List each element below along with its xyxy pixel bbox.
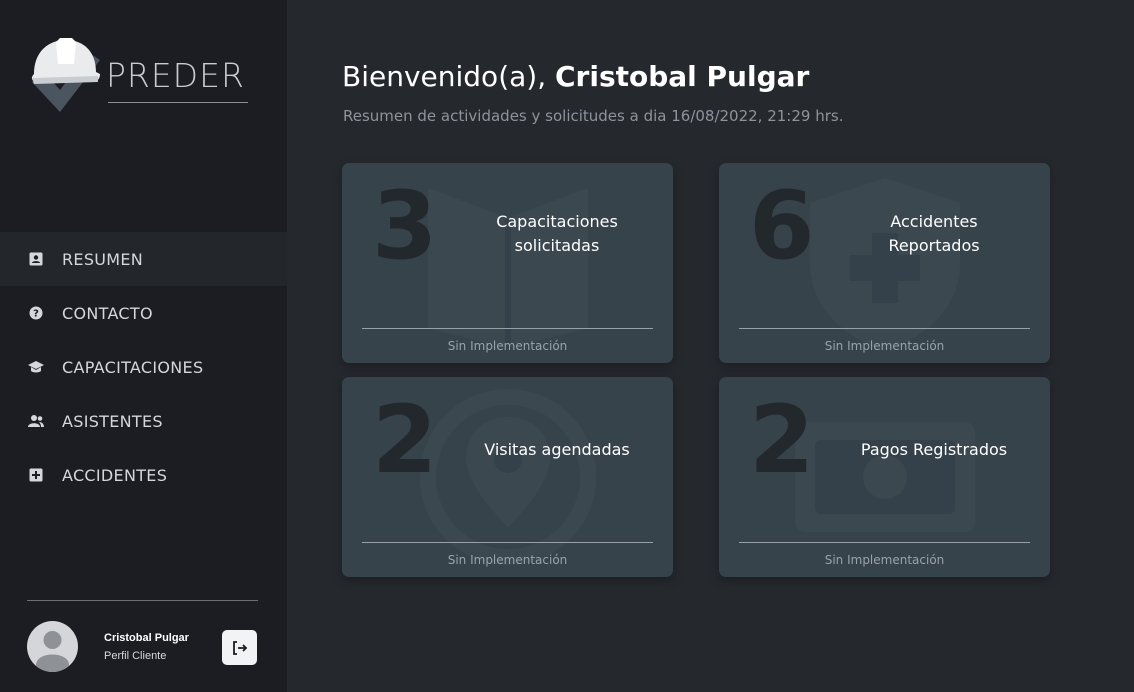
card-divider — [739, 328, 1030, 329]
stat-card-capacitaciones[interactable]: 3 Capacitaciones solicitadas Sin Impleme… — [342, 163, 673, 363]
question-circle-icon: ? — [28, 305, 44, 321]
stat-count: 3 — [372, 172, 438, 281]
greeting-prefix: Bienvenido(a), — [342, 60, 555, 93]
stat-footer: Sin Implementación — [447, 339, 568, 353]
money-bill-icon — [794, 422, 975, 532]
nav-label: CAPACITACIONES — [62, 357, 204, 377]
brand-logo[interactable]: PREDER — [26, 34, 256, 124]
nav-label: RESUMEN — [62, 249, 144, 269]
stat-card-pagos[interactable]: 2 Pagos Registrados Sin Implementación — [719, 377, 1050, 577]
page-subtitle: Resumen de actividades y solicitudes a d… — [343, 107, 844, 125]
stat-footer: Sin Implementación — [824, 339, 945, 353]
stat-footer: Sin Implementación — [824, 553, 945, 567]
graduation-cap-icon — [28, 359, 44, 375]
sidebar-divider — [27, 600, 258, 601]
stat-title: Accidentes Reportados — [888, 212, 980, 255]
nav-item-accidentes[interactable]: ACCIDENTES — [0, 448, 287, 502]
card-divider — [739, 542, 1030, 543]
stat-count: 2 — [749, 386, 815, 495]
nav-item-capacitaciones[interactable]: CAPACITACIONES — [0, 340, 287, 394]
nav-label: ACCIDENTES — [62, 465, 168, 485]
stat-title: Visitas agendadas — [484, 440, 630, 459]
stat-title: Pagos Registrados — [860, 440, 1008, 459]
brand-name: PREDER — [106, 56, 245, 95]
greeting-name: Cristobal Pulgar — [555, 60, 810, 93]
logout-button[interactable] — [222, 630, 257, 665]
stat-count: 6 — [749, 172, 815, 281]
logout-icon — [232, 640, 247, 655]
svg-text:?: ? — [33, 309, 39, 320]
helmet-check-icon — [31, 38, 101, 112]
nav-item-resumen[interactable]: RESUMEN — [0, 232, 287, 286]
stat-title: Capacitaciones solicitadas — [496, 212, 618, 255]
avatar[interactable] — [27, 621, 78, 672]
stat-card-accidentes[interactable]: 6 Accidentes Reportados Sin Implementaci… — [719, 163, 1050, 363]
user-role: Perfil Cliente — [104, 650, 167, 662]
main-nav: RESUMEN ? CONTACTO CAPACITACIONES ASISTE… — [0, 232, 287, 502]
brand-underline — [108, 102, 248, 103]
map-pin-icon — [419, 389, 596, 565]
shield-plus-icon — [809, 178, 960, 351]
stat-card-visitas[interactable]: 2 Visitas agendadas Sin Implementación — [342, 377, 673, 577]
card-divider — [362, 328, 653, 329]
page-title: Bienvenido(a), Cristobal Pulgar — [342, 60, 809, 93]
users-icon — [28, 413, 44, 429]
plus-square-icon — [28, 467, 44, 483]
stat-footer: Sin Implementación — [447, 553, 568, 567]
nav-label: ASISTENTES — [62, 411, 163, 431]
nav-item-asistentes[interactable]: ASISTENTES — [0, 394, 287, 448]
nav-label: CONTACTO — [62, 303, 153, 323]
nav-item-contacto[interactable]: ? CONTACTO — [0, 286, 287, 340]
user-name: Cristobal Pulgar — [104, 632, 189, 644]
stat-count: 2 — [372, 386, 438, 495]
book-icon — [427, 188, 588, 348]
user-card-icon — [28, 251, 44, 267]
card-divider — [362, 542, 653, 543]
sidebar: PREDER RESUMEN ? CONTACTO CAPACITACIONES — [0, 0, 287, 692]
